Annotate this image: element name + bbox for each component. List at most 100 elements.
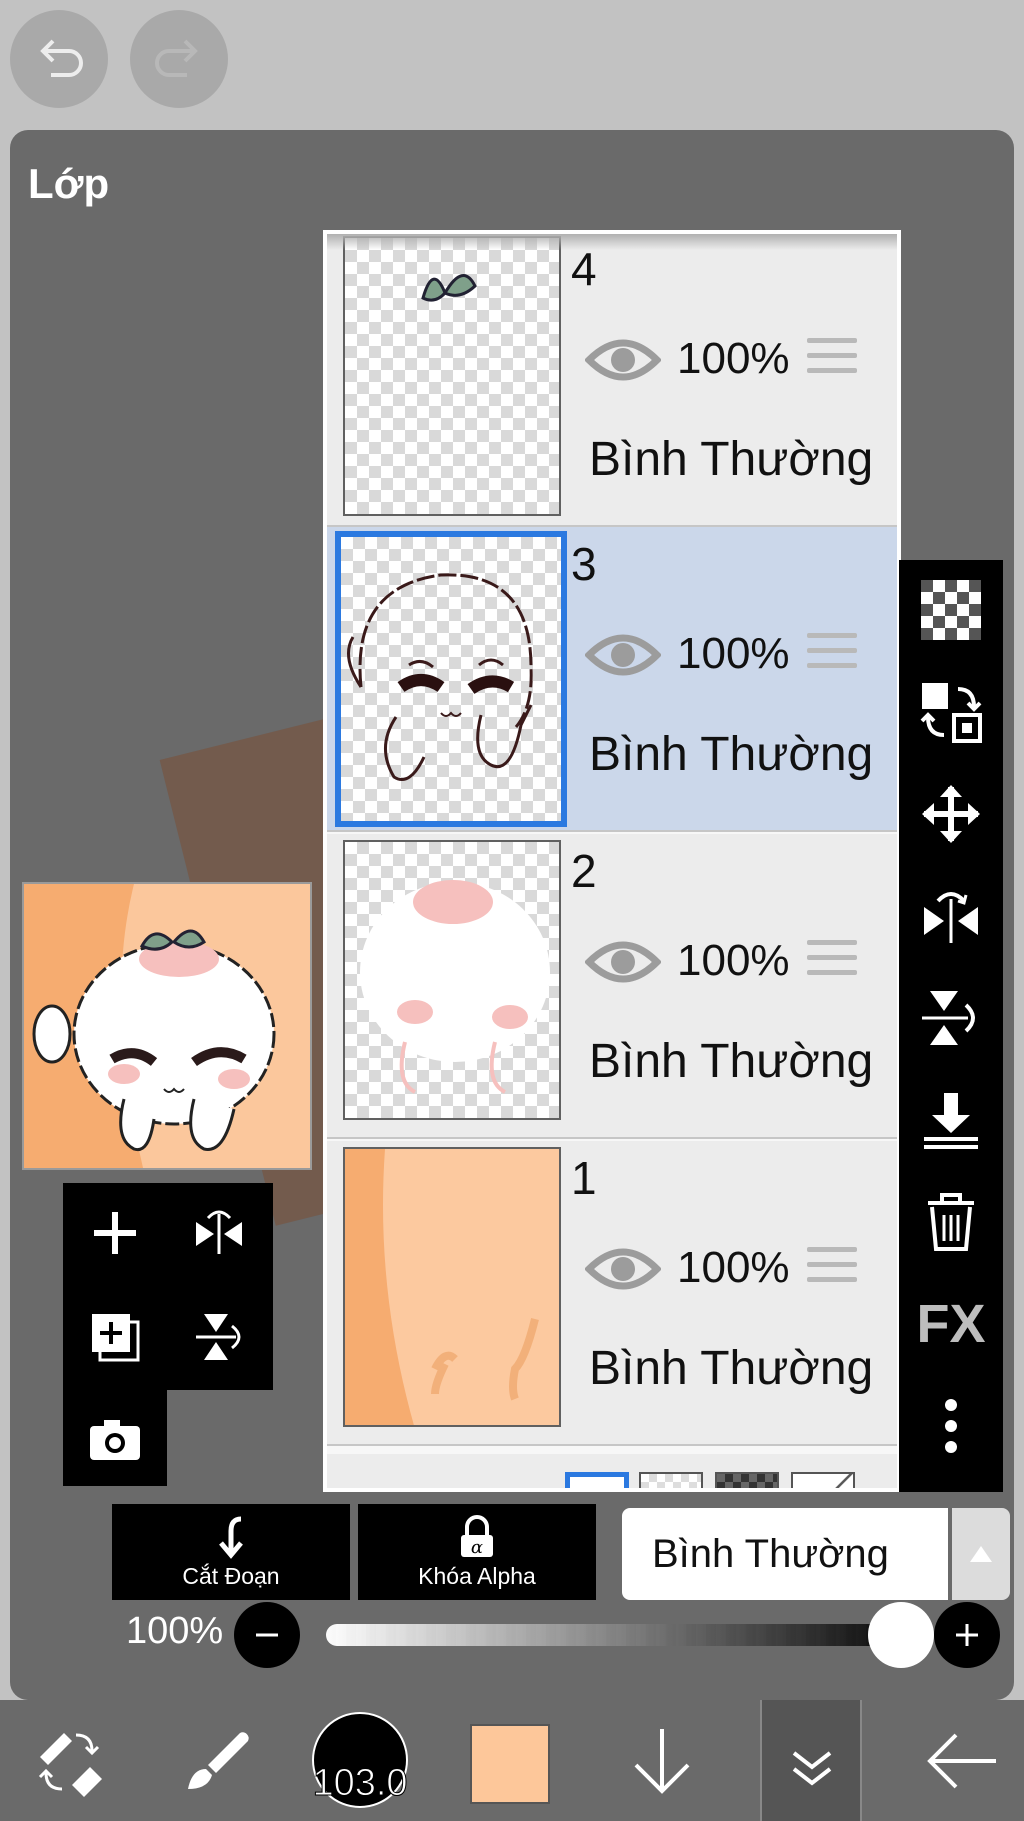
lock-icon: α bbox=[461, 1514, 493, 1558]
opacity-decrease-button[interactable] bbox=[234, 1602, 300, 1668]
layer-row[interactable]: 4 100% Bình Thường bbox=[327, 234, 897, 527]
flip-horizontal-icon bbox=[196, 1210, 242, 1254]
transparency-icon bbox=[921, 580, 981, 640]
layer-thumbnail bbox=[343, 1147, 561, 1427]
delete-layer-button[interactable] bbox=[899, 1172, 1003, 1272]
undo-icon bbox=[40, 39, 83, 77]
layer-number: 2 bbox=[571, 845, 597, 897]
minus-icon bbox=[256, 1633, 278, 1637]
background-transparent-dark-swatch[interactable] bbox=[715, 1472, 779, 1488]
swap-icon bbox=[920, 683, 982, 743]
visibility-eye-icon[interactable] bbox=[585, 1241, 661, 1297]
alpha-lock-button[interactable]: α Khóa Alpha bbox=[358, 1504, 596, 1600]
camera-button[interactable] bbox=[69, 1393, 161, 1485]
plus-icon bbox=[956, 1624, 978, 1646]
visibility-eye-icon[interactable] bbox=[585, 332, 661, 388]
opacity-slider[interactable] bbox=[326, 1624, 898, 1646]
flip-horizontal-button[interactable] bbox=[173, 1187, 265, 1279]
flip-vertical-button[interactable] bbox=[173, 1291, 265, 1383]
collapse-button[interactable] bbox=[762, 1700, 862, 1821]
layer-panel: Lớp 4 100% Bình Thường 3 100% Bình Thườn… bbox=[10, 130, 1014, 1700]
back-button[interactable] bbox=[912, 1700, 1012, 1821]
background-none-swatch[interactable] bbox=[791, 1472, 855, 1488]
layer-number: 3 bbox=[571, 538, 597, 590]
top-bar bbox=[0, 0, 1024, 130]
canvas-preview[interactable] bbox=[22, 882, 312, 1170]
drag-handle-icon[interactable] bbox=[807, 633, 857, 673]
background-white-swatch[interactable] bbox=[565, 1472, 629, 1488]
svg-text:α: α bbox=[471, 1537, 483, 1558]
bottom-toolbar: 103.0 bbox=[0, 1700, 1024, 1821]
add-layer-button[interactable] bbox=[69, 1187, 161, 1279]
flip-vertical-button[interactable] bbox=[899, 968, 1003, 1068]
brush-button[interactable] bbox=[166, 1700, 266, 1821]
chevron-double-down-icon bbox=[792, 1750, 832, 1786]
opacity-slider-knob[interactable] bbox=[868, 1602, 934, 1668]
clipping-arrow-icon bbox=[219, 1516, 243, 1559]
merge-down-button[interactable] bbox=[899, 1070, 1003, 1170]
alpha-lock-label: Khóa Alpha bbox=[418, 1562, 536, 1589]
arrow-down-icon bbox=[634, 1728, 690, 1794]
layer-thumbnail bbox=[335, 531, 567, 827]
transparency-button[interactable] bbox=[899, 560, 1003, 660]
layer-row[interactable]: 2 100% Bình Thường bbox=[327, 834, 897, 1139]
swap-layer-button[interactable] bbox=[899, 662, 1003, 762]
current-color-swatch[interactable] bbox=[470, 1724, 550, 1804]
layer-blend-mode: Bình Thường bbox=[589, 1035, 874, 1088]
layer-blend-mode: Bình Thường bbox=[589, 433, 874, 486]
clipping-button[interactable]: Cắt Đoạn bbox=[112, 1504, 350, 1600]
fx-icon: FX bbox=[916, 1294, 986, 1354]
layer-opacity: 100% bbox=[677, 629, 790, 678]
trash-icon bbox=[928, 1193, 974, 1251]
redo-button[interactable] bbox=[130, 10, 228, 108]
opacity-value: 100% bbox=[126, 1610, 224, 1652]
layer-thumbnail bbox=[343, 840, 561, 1120]
layer-number: 1 bbox=[571, 1152, 597, 1204]
background-color-label: Màu Nền bbox=[343, 1484, 489, 1488]
tool-switch-button[interactable] bbox=[20, 1700, 120, 1821]
drag-handle-icon[interactable] bbox=[807, 1247, 857, 1287]
merge-down-icon bbox=[924, 1093, 978, 1149]
blend-mode-select[interactable]: Bình Thường bbox=[622, 1508, 948, 1600]
layer-row-selected[interactable]: 3 100% Bình Thường bbox=[327, 527, 897, 832]
panel-title: Lớp bbox=[28, 160, 110, 207]
move-button[interactable] bbox=[899, 764, 1003, 864]
arrow-down-button[interactable] bbox=[612, 1700, 712, 1821]
layer-blend-mode: Bình Thường bbox=[589, 728, 874, 781]
background-transparent-light-swatch[interactable] bbox=[639, 1472, 703, 1488]
blend-mode-dropdown-button[interactable] bbox=[952, 1508, 1010, 1600]
flip-vertical-icon bbox=[196, 1314, 241, 1360]
undo-button[interactable] bbox=[10, 10, 108, 108]
visibility-eye-icon[interactable] bbox=[585, 627, 661, 683]
layer-row[interactable]: 1 100% Bình Thường bbox=[327, 1141, 897, 1446]
clipping-label: Cắt Đoạn bbox=[182, 1562, 280, 1589]
duplicate-layer-icon bbox=[92, 1314, 140, 1362]
layer-opacity: 100% bbox=[677, 936, 790, 985]
brush-icon bbox=[188, 1731, 249, 1789]
layer-list[interactable]: 4 100% Bình Thường 3 100% Bình Thường 2 … bbox=[323, 230, 901, 1492]
layer-blend-mode: Bình Thường bbox=[589, 1342, 874, 1395]
back-arrow-icon bbox=[927, 1733, 996, 1788]
flip-horizontal-button[interactable] bbox=[899, 866, 1003, 966]
tool-switch-icon bbox=[38, 1732, 102, 1797]
flip-horizontal-icon bbox=[924, 892, 978, 943]
more-options-button[interactable] bbox=[899, 1376, 1003, 1476]
layer-opacity: 100% bbox=[677, 1243, 790, 1292]
camera-icon bbox=[90, 1420, 140, 1460]
layer-number: 4 bbox=[571, 243, 597, 295]
move-icon bbox=[922, 785, 980, 843]
add-layer-icon bbox=[94, 1212, 136, 1254]
layer-tools-bar: FX bbox=[899, 560, 1003, 1492]
preview-artwork bbox=[24, 884, 276, 1168]
drag-handle-icon[interactable] bbox=[807, 338, 857, 378]
opacity-increase-button[interactable] bbox=[934, 1602, 1000, 1668]
fx-button[interactable]: FX bbox=[899, 1274, 1003, 1374]
duplicate-layer-button[interactable] bbox=[69, 1291, 161, 1383]
drag-handle-icon[interactable] bbox=[807, 940, 857, 980]
redo-icon bbox=[155, 39, 198, 77]
more-icon bbox=[945, 1399, 957, 1453]
background-color-row: Màu Nền bbox=[327, 1454, 897, 1488]
triangle-up-icon bbox=[970, 1546, 992, 1562]
mini-toolbar bbox=[63, 1183, 273, 1486]
visibility-eye-icon[interactable] bbox=[585, 934, 661, 990]
